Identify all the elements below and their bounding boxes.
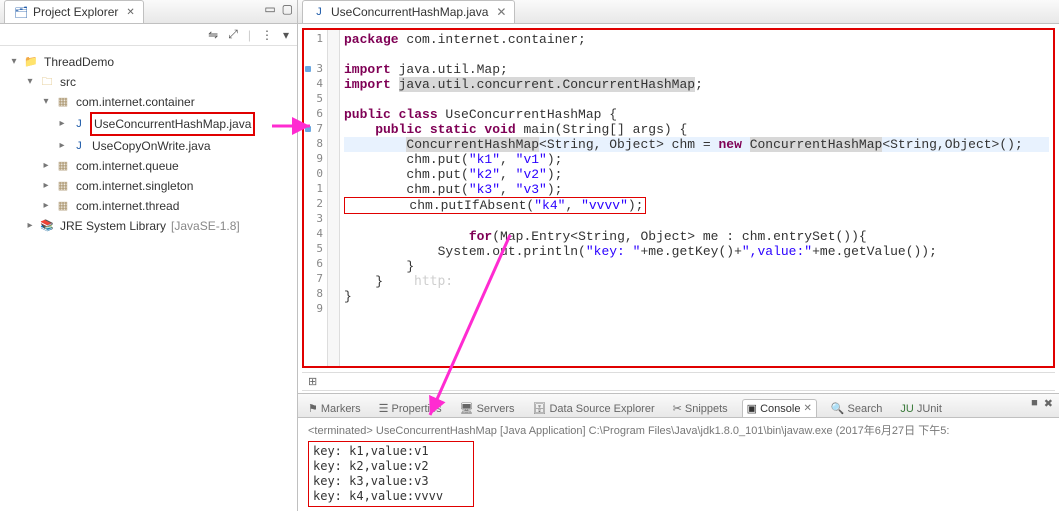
package-icon: ▦ [55,94,71,110]
folding-ruler[interactable] [328,30,340,366]
package-singleton-node[interactable]: ▸▦com.internet.singleton [40,176,293,196]
view-menu-icon[interactable]: ⋮ [261,28,273,42]
dropdown-icon[interactable]: ▾ [283,28,289,42]
package-queue-node[interactable]: ▸▦com.internet.queue [40,156,293,176]
java-file-icon: J [71,116,87,132]
toolbar-separator: | [248,28,251,42]
project-node[interactable]: ▾📁ThreadDemo [8,52,293,72]
jre-version-label: [JavaSE-1.8] [171,216,240,236]
package-icon: ▦ [55,158,71,174]
java-file-icon: J [71,138,87,154]
pin-icon[interactable]: ✕ [126,7,134,18]
view-controls: ▭ ▢ [264,2,293,16]
breadcrumb-icon[interactable]: ⊞ [308,375,317,388]
package-thread-node[interactable]: ▸▦com.internet.thread [40,196,293,216]
highlighted-code-line: chm.putIfAbsent("k4", "vvvv"); [344,197,646,214]
java-file-icon: J [311,4,327,20]
code-editor[interactable]: 1 345 678 901 234 567 89 package com.int… [302,28,1055,368]
search-icon: 🔍 [831,402,845,415]
markers-icon: ⚑ [308,402,318,415]
explorer-tab-bar: 🗂 Project Explorer ✕ ▭ ▢ [0,0,297,24]
console-icon: ▣ [747,402,757,415]
maximize-icon[interactable]: ▢ [282,2,293,16]
file-useconcurrent-node[interactable]: ▸JUseConcurrentHashMap.java [56,112,293,136]
pkg-container-label: com.internet.container [74,92,197,112]
console-view[interactable]: <terminated> UseConcurrentHashMap [Java … [298,418,1059,511]
code-content[interactable]: package com.internet.container; import j… [340,30,1053,366]
link-editor-icon[interactable]: ⤢ [228,27,238,42]
package-icon: ▦ [55,198,71,214]
snippets-icon: ✂ [673,402,682,415]
dse-icon: 🗄 [533,402,547,415]
terminate-icon[interactable]: ■ [1031,397,1038,410]
file-usecopy-label: UseCopyOnWrite.java [90,136,213,156]
jre-node[interactable]: ▸📚JRE System Library [JavaSE-1.8] [24,216,293,236]
tab-properties[interactable]: ☰Properties [375,400,446,417]
properties-icon: ☰ [379,402,389,415]
navigator-icon: 🗂 [13,4,29,20]
servers-icon: 🖥 [460,402,474,415]
tab-search[interactable]: 🔍Search [827,400,887,417]
project-icon: 📁 [23,54,39,70]
source-folder-icon: 🗀 [39,74,55,90]
tab-console[interactable]: ▣Console✕ [742,399,817,417]
editor-tab[interactable]: J UseConcurrentHashMap.java ✕ [302,0,515,23]
project-explorer-title: Project Explorer [33,5,118,19]
bottom-panel: ⚑Markers ☰Properties 🖥Servers 🗄Data Sour… [298,393,1059,511]
file-usecopy-node[interactable]: ▸JUseCopyOnWrite.java [56,136,293,156]
project-explorer-view: 🗂 Project Explorer ✕ ▭ ▢ ⇋ ⤢ | ⋮ ▾ ▾📁Thr… [0,0,298,511]
breadcrumb-bar[interactable]: ⊞ [302,372,1055,391]
editor-tab-title: UseConcurrentHashMap.java [331,5,488,19]
tab-data-source-explorer[interactable]: 🗄Data Source Explorer [529,400,659,417]
package-icon: ▦ [55,178,71,194]
src-label: src [58,72,78,92]
src-node[interactable]: ▾🗀src [24,72,293,92]
project-explorer-tab[interactable]: 🗂 Project Explorer ✕ [4,0,144,23]
library-icon: 📚 [39,218,55,234]
line-number-ruler: 1 345 678 901 234 567 89 [304,30,328,366]
console-toolbar: ■ ✖ [1031,397,1053,410]
bottom-tab-bar: ⚑Markers ☰Properties 🖥Servers 🗄Data Sour… [298,394,1059,418]
console-output: key: k1,value:v1 key: k2,value:v2 key: k… [308,441,474,507]
junit-icon: JU [900,403,913,415]
project-label: ThreadDemo [42,52,116,72]
pkg-queue-label: com.internet.queue [74,156,181,176]
collapse-all-icon[interactable]: ⇋ [208,28,218,42]
pkg-thread-label: com.internet.thread [74,196,181,216]
console-header: <terminated> UseConcurrentHashMap [Java … [308,422,1049,438]
pin-icon: ✕ [803,403,811,414]
file-useconcurrent-label: UseConcurrentHashMap.java [90,112,255,136]
editor-area: J UseConcurrentHashMap.java ✕ 1 345 678 … [298,0,1059,511]
close-icon[interactable]: ✕ [496,5,506,19]
explorer-toolbar: ⇋ ⤢ | ⋮ ▾ [0,24,297,46]
project-tree[interactable]: ▾📁ThreadDemo ▾🗀src ▾▦com.internet.contai… [0,46,297,511]
package-container-node[interactable]: ▾▦com.internet.container [40,92,293,112]
tab-junit[interactable]: JUJUnit [896,401,946,417]
tab-servers[interactable]: 🖥Servers [456,400,519,417]
pkg-singleton-label: com.internet.singleton [74,176,195,196]
tab-markers[interactable]: ⚑Markers [304,400,365,417]
editor-tab-bar: J UseConcurrentHashMap.java ✕ [298,0,1059,24]
minimize-icon[interactable]: ▭ [264,2,275,16]
jre-label: JRE System Library [58,216,168,236]
remove-icon[interactable]: ✖ [1044,397,1053,410]
tab-snippets[interactable]: ✂Snippets [669,400,732,417]
